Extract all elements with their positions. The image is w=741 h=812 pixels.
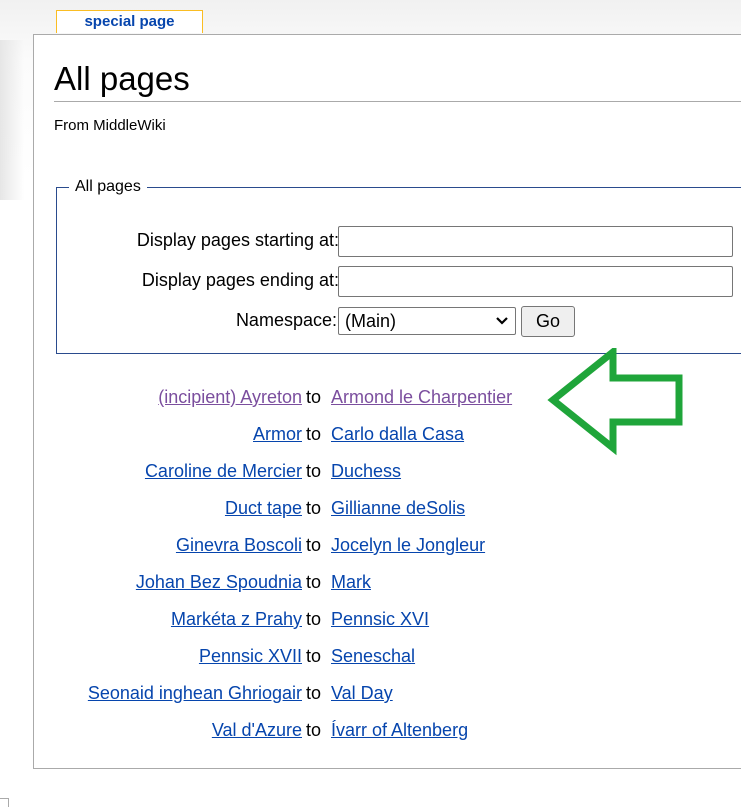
range-to-word: to (306, 535, 322, 555)
page-corner-mark (0, 798, 9, 807)
range-end-link[interactable]: Carlo dalla Casa (331, 424, 464, 444)
range-start-link[interactable]: Pennsic XVII (199, 646, 302, 666)
range-start-link[interactable]: Armor (253, 424, 302, 444)
range-end-link[interactable]: Armond le Charpentier (331, 387, 512, 407)
list-item: Caroline de Mercier to Duchess (34, 461, 741, 487)
range-start-link[interactable]: Johan Bez Spoudnia (136, 572, 302, 592)
go-button[interactable]: Go (521, 306, 575, 337)
list-item: Seonaid inghean Ghriogair to Val Day (34, 683, 741, 709)
range-to-word: to (306, 646, 322, 666)
end-label: Display pages ending at: (141, 270, 339, 290)
range-to-word: to (306, 572, 322, 592)
chevron-down-icon (495, 308, 509, 342)
tab-special-page[interactable]: special page (56, 10, 203, 33)
range-to-word: to (306, 424, 322, 444)
range-start-link[interactable]: (incipient) Ayreton (158, 387, 302, 407)
page-title: All pages (54, 60, 190, 97)
tab-bar: special page (56, 10, 203, 34)
title-divider (54, 101, 741, 102)
range-end-link[interactable]: Val Day (331, 683, 393, 703)
range-end-link[interactable]: Jocelyn le Jongleur (331, 535, 485, 555)
range-end-link[interactable]: Ívarr of Altenberg (331, 720, 468, 740)
list-item: Ginevra Boscoli to Jocelyn le Jongleur (34, 535, 741, 561)
page-subtitle: From MiddleWiki (54, 117, 166, 134)
range-to-word: to (306, 387, 322, 407)
range-to-word: to (306, 609, 322, 629)
left-edge-shadow (0, 40, 24, 200)
range-end-link[interactable]: Seneschal (331, 646, 415, 666)
all-pages-form: All pages Display pages starting at: Dis… (56, 178, 741, 354)
range-to-word: to (306, 461, 322, 481)
list-item: Duct tape to Gillianne deSolis (34, 498, 741, 524)
list-item: Pennsic XVII to Seneschal (34, 646, 741, 672)
range-start-link[interactable]: Ginevra Boscoli (176, 535, 302, 555)
list-item: Markéta z Prahy to Pennsic XVI (34, 609, 741, 635)
range-start-link[interactable]: Val d'Azure (212, 720, 302, 740)
range-to-word: to (306, 683, 322, 703)
start-input[interactable] (338, 226, 733, 257)
range-end-link[interactable]: Gillianne deSolis (331, 498, 465, 518)
start-label: Display pages starting at: (136, 230, 339, 250)
range-to-word: to (306, 720, 322, 740)
range-start-link[interactable]: Seonaid inghean Ghriogair (88, 683, 302, 703)
namespace-label: Namespace: (235, 310, 337, 330)
range-end-link[interactable]: Duchess (331, 461, 401, 481)
range-start-link[interactable]: Markéta z Prahy (171, 609, 302, 629)
range-end-link[interactable]: Mark (331, 572, 371, 592)
list-item: Val d'Azure to Ívarr of Altenberg (34, 720, 741, 746)
range-end-link[interactable]: Pennsic XVI (331, 609, 429, 629)
form-legend: All pages (75, 178, 141, 195)
end-input[interactable] (338, 266, 733, 297)
range-start-link[interactable]: Caroline de Mercier (145, 461, 302, 481)
list-item: Johan Bez Spoudnia to Mark (34, 572, 741, 598)
range-start-link[interactable]: Duct tape (225, 498, 302, 518)
arrow-left-icon (547, 344, 687, 461)
namespace-select[interactable]: (Main) (338, 307, 516, 335)
range-to-word: to (306, 498, 322, 518)
namespace-selected-value: (Main) (345, 311, 397, 331)
